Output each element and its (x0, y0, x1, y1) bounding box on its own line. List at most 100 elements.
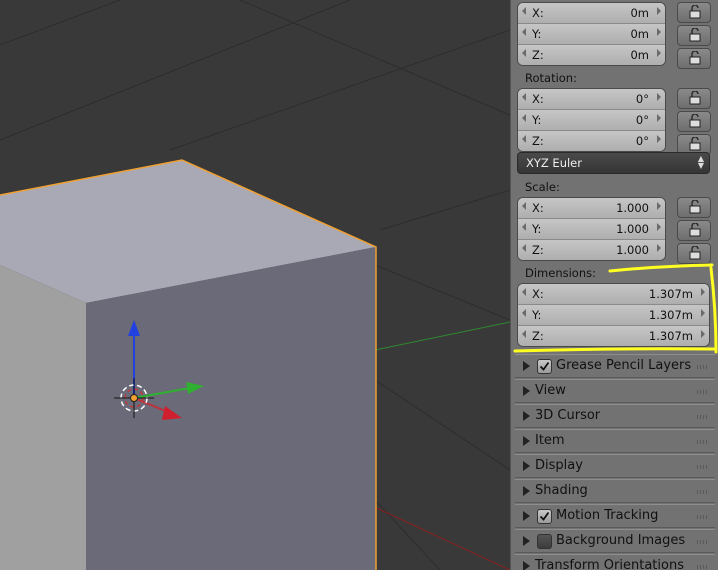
scale-x-field[interactable]: X: 1.000 (518, 198, 665, 219)
increment-arrow-icon[interactable] (657, 135, 661, 143)
lock-scale-x-button[interactable] (677, 197, 711, 218)
lock-scale-z-button[interactable] (677, 243, 711, 264)
increment-arrow-icon[interactable] (701, 309, 705, 317)
section-transform-orientations[interactable]: Transform Orientations (515, 554, 715, 570)
rotation-locks (677, 88, 711, 157)
grease-pencil-checkbox[interactable] (537, 359, 552, 374)
location-locks (677, 2, 711, 71)
expand-triangle-icon[interactable] (523, 361, 530, 371)
increment-arrow-icon[interactable] (657, 114, 661, 122)
decrement-arrow-icon[interactable] (522, 135, 526, 143)
increment-arrow-icon[interactable] (657, 223, 661, 231)
drag-grip-icon[interactable] (697, 490, 709, 494)
lock-scale-y-button[interactable] (677, 220, 711, 241)
decrement-arrow-icon[interactable] (522, 114, 526, 122)
increment-arrow-icon[interactable] (657, 244, 661, 252)
expand-triangle-icon[interactable] (523, 561, 530, 570)
section-display[interactable]: Display (515, 454, 715, 478)
expand-triangle-icon[interactable] (523, 436, 530, 446)
expand-triangle-icon[interactable] (523, 461, 530, 471)
drag-grip-icon[interactable] (697, 565, 709, 569)
dimension-y-field[interactable]: Y: 1.307m (518, 305, 709, 326)
scale-y-field[interactable]: Y: 1.000 (518, 219, 665, 240)
section-item[interactable]: Item (515, 429, 715, 453)
decrement-arrow-icon[interactable] (522, 202, 526, 210)
scale-fields: X: 1.000 Y: 1.000 Z: 1.000 (517, 197, 666, 261)
decrement-arrow-icon[interactable] (522, 49, 526, 57)
decrement-arrow-icon[interactable] (522, 93, 526, 101)
drag-grip-icon[interactable] (697, 390, 709, 394)
rotation-z-field[interactable]: Z: 0° (518, 131, 665, 151)
viewport-scene[interactable] (0, 0, 510, 570)
increment-arrow-icon[interactable] (657, 93, 661, 101)
drag-grip-icon[interactable] (697, 515, 709, 519)
rotation-mode-dropdown[interactable]: XYZ Euler ▲ ▼ (517, 152, 710, 174)
decrement-arrow-icon[interactable] (522, 288, 526, 296)
cube-object[interactable] (0, 159, 377, 570)
expand-triangle-icon[interactable] (523, 486, 530, 496)
section-background-images[interactable]: Background Images (515, 529, 715, 553)
section-grease-pencil-layers[interactable]: Grease Pencil Layers (515, 354, 715, 378)
decrement-arrow-icon[interactable] (522, 330, 526, 338)
lock-icon (689, 223, 701, 237)
updown-arrow-icon: ▲ ▼ (697, 154, 704, 170)
lock-location-z-button[interactable] (677, 48, 711, 69)
section-motion-tracking[interactable]: Motion Tracking (515, 504, 715, 528)
section-shading[interactable]: Shading (515, 479, 715, 503)
decrement-arrow-icon[interactable] (522, 244, 526, 252)
scale-label: Scale: (525, 180, 560, 194)
expand-triangle-icon[interactable] (523, 511, 530, 521)
decrement-arrow-icon[interactable] (522, 28, 526, 36)
lock-icon (689, 200, 701, 214)
3d-viewport[interactable] (0, 0, 510, 570)
rotation-fields: X: 0° Y: 0° Z: 0° (517, 88, 666, 152)
lock-location-x-button[interactable] (677, 2, 711, 23)
cube-front-face (86, 247, 376, 570)
lock-icon (689, 51, 701, 65)
decrement-arrow-icon[interactable] (522, 223, 526, 231)
rotation-label: Rotation: (525, 71, 577, 85)
dimensions-label: Dimensions: (525, 266, 596, 280)
lock-rotation-x-button[interactable] (677, 88, 711, 109)
lock-icon (689, 5, 701, 19)
increment-arrow-icon[interactable] (657, 28, 661, 36)
drag-grip-icon[interactable] (697, 365, 709, 369)
location-z-field[interactable]: Z: 0m (518, 45, 665, 65)
drag-grip-icon[interactable] (697, 540, 709, 544)
lock-location-y-button[interactable] (677, 25, 711, 46)
background-images-checkbox[interactable] (537, 534, 552, 549)
drag-grip-icon[interactable] (697, 440, 709, 444)
rotation-y-field[interactable]: Y: 0° (518, 110, 665, 131)
drag-grip-icon[interactable] (697, 465, 709, 469)
scale-locks (677, 197, 711, 266)
checkmark-icon (539, 511, 550, 521)
section-3d-cursor[interactable]: 3D Cursor (515, 404, 715, 428)
expand-triangle-icon[interactable] (523, 411, 530, 421)
expand-triangle-icon[interactable] (523, 536, 530, 546)
y-axis-line (374, 321, 510, 351)
rotation-x-field[interactable]: X: 0° (518, 89, 665, 110)
location-y-field[interactable]: Y: 0m (518, 24, 665, 45)
scale-z-field[interactable]: Z: 1.000 (518, 240, 665, 260)
expand-triangle-icon[interactable] (523, 386, 530, 396)
checkmark-icon (539, 361, 550, 371)
decrement-arrow-icon[interactable] (522, 309, 526, 317)
increment-arrow-icon[interactable] (701, 330, 705, 338)
lock-icon (689, 91, 701, 105)
increment-arrow-icon[interactable] (657, 7, 661, 15)
motion-tracking-checkbox[interactable] (537, 509, 552, 524)
section-view[interactable]: View (515, 379, 715, 403)
cube-left-face (0, 265, 86, 570)
increment-arrow-icon[interactable] (701, 288, 705, 296)
increment-arrow-icon[interactable] (657, 49, 661, 57)
lock-rotation-y-button[interactable] (677, 111, 711, 132)
blender-window: X: 0m Y: 0m Z: 0m Rotation: X: 0° Y: 0° Z: 0° … (0, 0, 718, 570)
dimension-x-field[interactable]: X: 1.307m (518, 284, 709, 305)
dimension-z-field[interactable]: Z: 1.307m (518, 326, 709, 346)
location-x-field[interactable]: X: 0m (518, 3, 665, 24)
decrement-arrow-icon[interactable] (522, 7, 526, 15)
properties-panel[interactable]: X: 0m Y: 0m Z: 0m Rotation: X: 0° Y: 0° Z: 0° … (510, 0, 718, 570)
drag-grip-icon[interactable] (697, 415, 709, 419)
lock-icon (689, 28, 701, 42)
increment-arrow-icon[interactable] (657, 202, 661, 210)
